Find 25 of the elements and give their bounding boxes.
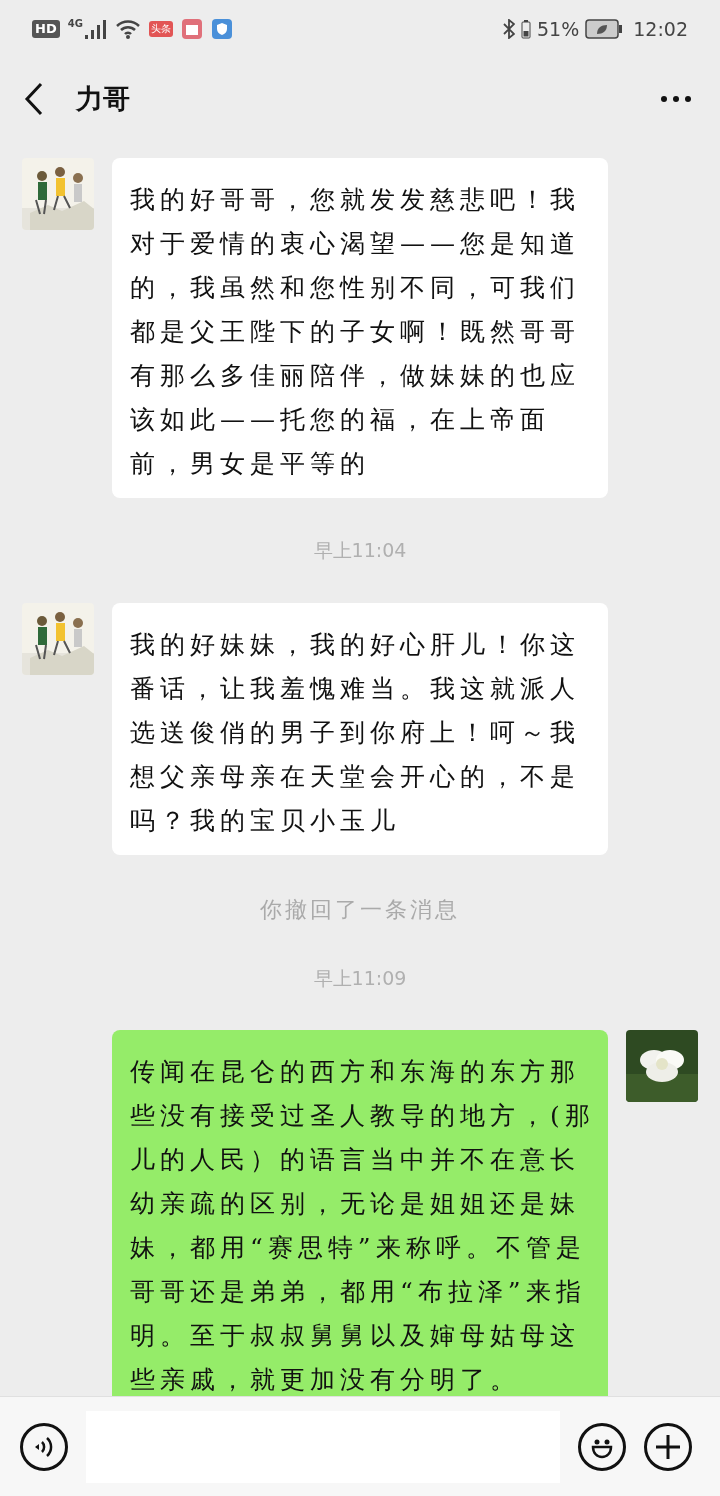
emoji-button[interactable] xyxy=(578,1422,626,1471)
message-bubble: 我的好哥哥，您就发发慈悲吧！我对于爱情的衷心渴望——您是知道的，我虽然和您性别不同，可我们都是父王陛下的子女啊！既然哥哥有那么多佳丽陪伴，做妹妹的也应该如此——托您的福，在上帝面前，男女是平等的 xyxy=(112,158,608,498)
calendar-icon xyxy=(180,18,203,40)
voice-icon xyxy=(33,1434,55,1459)
add-button[interactable] xyxy=(644,1422,692,1471)
wifi-icon xyxy=(114,19,141,39)
plus-icon xyxy=(654,1432,682,1461)
message-bubble: 传闻在昆仑的西方和东海的东方那些没有接受过圣人教导的地方，(那儿的人民）的语言当中并不在意长幼亲疏的区别，无论是姐姐还是妹妹，都用“赛思特”来称呼。不管是哥哥还是弟弟，都用“布拉泽”来指明。至于叔叔舅舅以及婶母姑母这些亲戚，就更加没有分明了。 xyxy=(112,1030,608,1396)
message-bubble: 我的好妹妹，我的好心肝儿！你这番话，让我羞愧难当。我这就派人选送俊俏的男子到你府上！呵～我想父亲母亲在天堂会开心的，不是吗？我的宝贝小玉儿 xyxy=(112,602,608,855)
voice-button[interactable] xyxy=(20,1422,68,1471)
back-icon xyxy=(24,82,44,116)
timestamp: 早上11:04 xyxy=(313,538,407,563)
hd-badge: HD xyxy=(32,20,60,38)
bluetooth-icon xyxy=(503,19,515,39)
app-badge: 头条 xyxy=(148,21,173,37)
timestamp: 早上11:09 xyxy=(313,965,407,991)
chat-title: 力哥 xyxy=(76,81,130,116)
clock-time: 12:02 xyxy=(633,16,688,42)
system-notice: 你撤回了一条消息 xyxy=(260,895,460,924)
battery-percentage: 51% xyxy=(537,16,580,42)
battery-icon xyxy=(521,19,531,39)
shield-icon xyxy=(210,18,233,40)
battery-saver-icon xyxy=(585,19,624,39)
signal-icon xyxy=(84,19,107,39)
network-label: 4G xyxy=(67,19,83,29)
